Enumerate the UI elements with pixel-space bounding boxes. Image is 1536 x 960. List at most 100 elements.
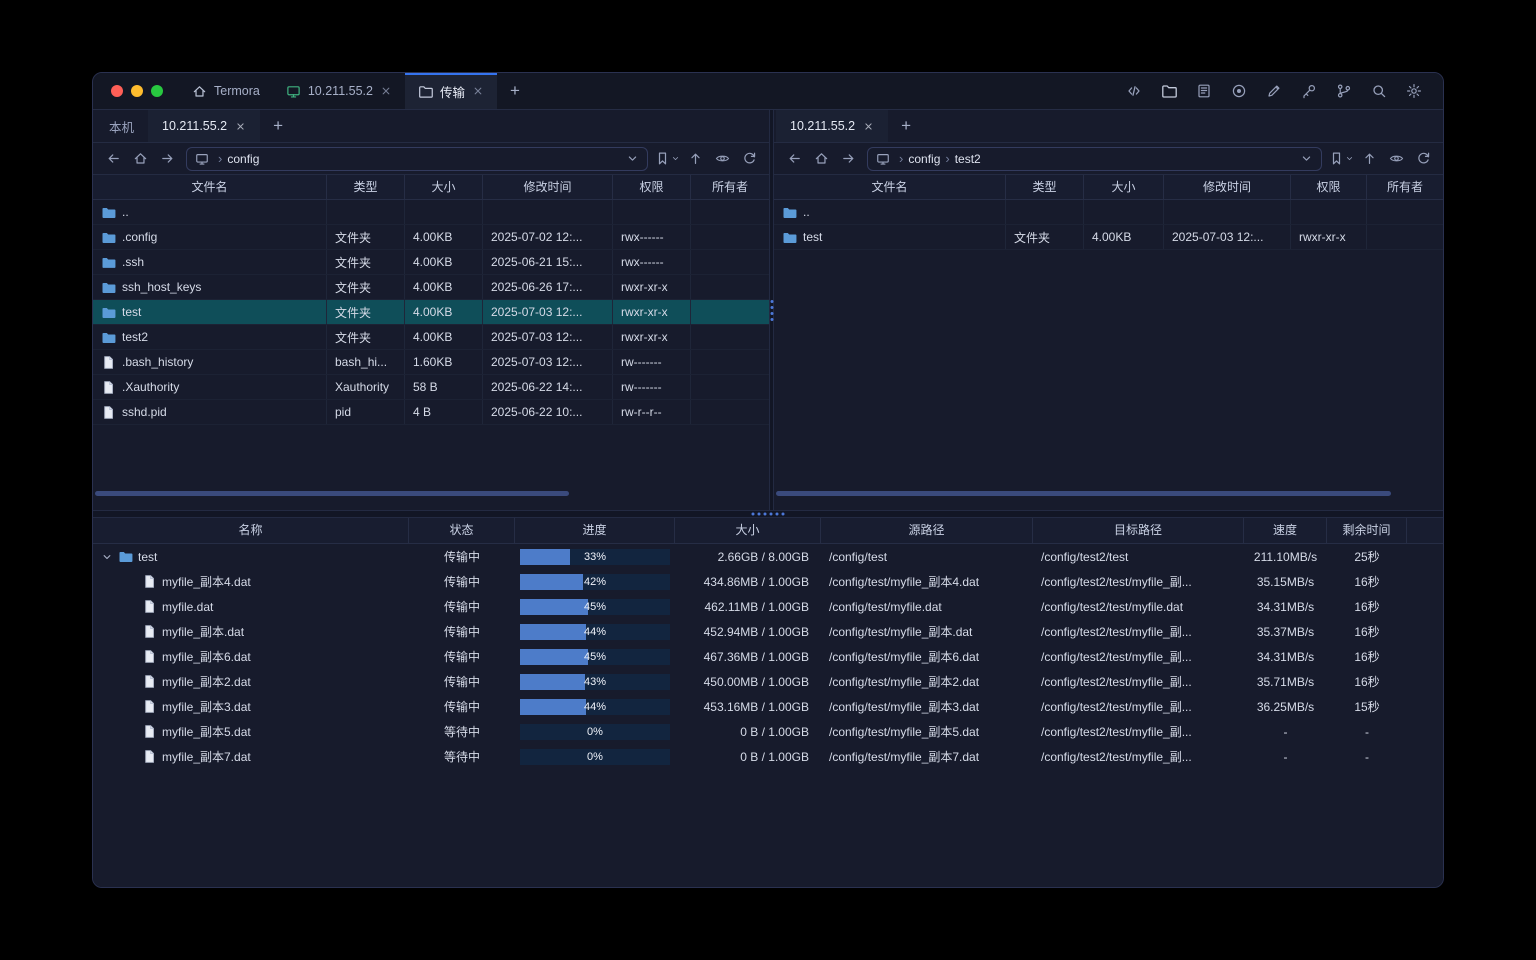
close-icon[interactable] bbox=[380, 85, 392, 97]
close-icon[interactable] bbox=[863, 121, 874, 132]
forward-button[interactable] bbox=[155, 147, 179, 171]
parent-directory-button[interactable] bbox=[683, 147, 707, 171]
transfer-row[interactable]: myfile_副本2.dat 传输中 43% 450.00MB / 1.00GB… bbox=[93, 669, 1443, 694]
transfer-name-cell[interactable]: myfile_副本3.dat bbox=[93, 698, 409, 715]
window-tab[interactable]: 传输 bbox=[405, 73, 497, 109]
titlebar-action-button[interactable] bbox=[1331, 78, 1357, 104]
back-button[interactable] bbox=[101, 147, 125, 171]
horizontal-splitter[interactable] bbox=[93, 510, 1443, 518]
column-header[interactable]: 大小 bbox=[675, 518, 821, 543]
path-bar[interactable]: ›config›test2 bbox=[867, 147, 1322, 171]
pane-tab[interactable]: 本机 bbox=[95, 110, 148, 142]
transfer-row[interactable]: myfile_副本3.dat 传输中 44% 453.16MB / 1.00GB… bbox=[93, 694, 1443, 719]
file-row[interactable]: test 文件夹 4.00KB 2025-07-03 12:... rwxr-x… bbox=[93, 300, 769, 325]
scrollbar-thumb[interactable] bbox=[776, 491, 1391, 496]
transfer-name-cell[interactable]: myfile_副本4.dat bbox=[93, 573, 409, 590]
file-row[interactable]: .Xauthority Xauthority 58 B 2025-06-22 1… bbox=[93, 375, 769, 400]
file-row[interactable]: sshd.pid pid 4 B 2025-06-22 10:... rw-r-… bbox=[93, 400, 769, 425]
refresh-button[interactable] bbox=[1411, 147, 1435, 171]
titlebar-action-button[interactable] bbox=[1366, 78, 1392, 104]
titlebar-action-button[interactable] bbox=[1191, 78, 1217, 104]
titlebar-action-button[interactable] bbox=[1261, 78, 1287, 104]
transfer-name-cell[interactable]: myfile.dat bbox=[93, 599, 409, 614]
column-header[interactable]: 大小 bbox=[405, 175, 483, 199]
breadcrumb-segment[interactable]: test2 bbox=[955, 152, 981, 166]
transfer-row[interactable]: myfile_副本4.dat 传输中 42% 434.86MB / 1.00GB… bbox=[93, 569, 1443, 594]
forward-button[interactable] bbox=[836, 147, 860, 171]
file-row[interactable]: .ssh 文件夹 4.00KB 2025-06-21 15:... rwx---… bbox=[93, 250, 769, 275]
splitter-grip[interactable] bbox=[752, 513, 785, 516]
parent-directory-button[interactable] bbox=[1357, 147, 1381, 171]
new-pane-tab-button[interactable]: + bbox=[888, 110, 924, 142]
titlebar-action-button[interactable] bbox=[1401, 78, 1427, 104]
file-row[interactable]: .. bbox=[93, 200, 769, 225]
transfer-row[interactable]: myfile.dat 传输中 45% 462.11MB / 1.00GB /co… bbox=[93, 594, 1443, 619]
home-button[interactable] bbox=[128, 147, 152, 171]
column-header[interactable]: 文件名 bbox=[93, 175, 327, 199]
transfer-row[interactable]: test 传输中 33% 2.66GB / 8.00GB /config/tes… bbox=[93, 544, 1443, 569]
column-header[interactable]: 所有者 bbox=[691, 175, 769, 199]
column-header[interactable]: 剩余时间 bbox=[1327, 518, 1407, 543]
splitter-grip[interactable] bbox=[770, 300, 773, 321]
column-header[interactable]: 类型 bbox=[1006, 175, 1084, 199]
home-button[interactable] bbox=[809, 147, 833, 171]
expand-chevron-icon[interactable] bbox=[101, 551, 113, 563]
window-tab[interactable]: 10.211.55.2 bbox=[273, 73, 405, 109]
titlebar-action-button[interactable] bbox=[1226, 78, 1252, 104]
file-row[interactable]: .. bbox=[774, 200, 1443, 225]
close-window-button[interactable] bbox=[111, 85, 123, 97]
close-icon[interactable] bbox=[472, 85, 484, 97]
column-header[interactable]: 名称 bbox=[93, 518, 409, 543]
scrollbar-thumb[interactable] bbox=[95, 491, 569, 496]
transfer-row[interactable]: myfile_副本5.dat 等待中 0% 0 B / 1.00GB /conf… bbox=[93, 719, 1443, 744]
titlebar-action-button[interactable] bbox=[1121, 78, 1147, 104]
pane-tab[interactable]: 10.211.55.2 bbox=[148, 110, 260, 142]
show-hidden-files-button[interactable] bbox=[710, 147, 734, 171]
column-header[interactable]: 修改时间 bbox=[483, 175, 613, 199]
titlebar-action-button[interactable] bbox=[1296, 78, 1322, 104]
transfer-name-cell[interactable]: myfile_副本.dat bbox=[93, 623, 409, 640]
transfer-name-cell[interactable]: test bbox=[93, 549, 409, 564]
column-header[interactable]: 所有者 bbox=[1367, 175, 1443, 199]
transfer-row[interactable]: myfile_副本7.dat 等待中 0% 0 B / 1.00GB /conf… bbox=[93, 744, 1443, 769]
bookmark-button[interactable] bbox=[655, 147, 680, 171]
column-header[interactable]: 源路径 bbox=[821, 518, 1033, 543]
file-row[interactable]: .config 文件夹 4.00KB 2025-07-02 12:... rwx… bbox=[93, 225, 769, 250]
breadcrumb-segment[interactable]: config bbox=[908, 152, 940, 166]
horizontal-scrollbar[interactable] bbox=[95, 491, 763, 496]
file-row[interactable]: test2 文件夹 4.00KB 2025-07-03 12:... rwxr-… bbox=[93, 325, 769, 350]
bookmark-button[interactable] bbox=[1329, 147, 1354, 171]
titlebar-action-button[interactable] bbox=[1156, 78, 1182, 104]
column-header[interactable]: 权限 bbox=[1291, 175, 1367, 199]
transfer-name-cell[interactable]: myfile_副本7.dat bbox=[93, 748, 409, 765]
file-table-header[interactable]: 文件名类型大小修改时间权限所有者 bbox=[93, 174, 769, 200]
chevron-down-icon[interactable] bbox=[626, 152, 639, 165]
transfer-name-cell[interactable]: myfile_副本5.dat bbox=[93, 723, 409, 740]
show-hidden-files-button[interactable] bbox=[1384, 147, 1408, 171]
column-header[interactable]: 目标路径 bbox=[1033, 518, 1244, 543]
file-row[interactable]: .bash_history bash_hi... 1.60KB 2025-07-… bbox=[93, 350, 769, 375]
column-header[interactable]: 速度 bbox=[1244, 518, 1327, 543]
refresh-button[interactable] bbox=[737, 147, 761, 171]
new-pane-tab-button[interactable]: + bbox=[260, 110, 296, 142]
breadcrumb-segment[interactable]: config bbox=[227, 152, 259, 166]
transfer-name-cell[interactable]: myfile_副本6.dat bbox=[93, 648, 409, 665]
column-header[interactable]: 文件名 bbox=[774, 175, 1006, 199]
chevron-down-icon[interactable] bbox=[1300, 152, 1313, 165]
transfer-table-header[interactable]: 名称状态进度大小源路径目标路径速度剩余时间 bbox=[93, 518, 1443, 544]
column-header[interactable]: 状态 bbox=[409, 518, 515, 543]
minimize-window-button[interactable] bbox=[131, 85, 143, 97]
zoom-window-button[interactable] bbox=[151, 85, 163, 97]
pane-tab[interactable]: 10.211.55.2 bbox=[776, 110, 888, 142]
transfer-name-cell[interactable]: myfile_副本2.dat bbox=[93, 673, 409, 690]
column-header[interactable]: 大小 bbox=[1084, 175, 1164, 199]
file-table-header[interactable]: 文件名类型大小修改时间权限所有者 bbox=[774, 174, 1443, 200]
column-header[interactable]: 类型 bbox=[327, 175, 405, 199]
transfer-row[interactable]: myfile_副本.dat 传输中 44% 452.94MB / 1.00GB … bbox=[93, 619, 1443, 644]
file-row[interactable]: test 文件夹 4.00KB 2025-07-03 12:... rwxr-x… bbox=[774, 225, 1443, 250]
back-button[interactable] bbox=[782, 147, 806, 171]
path-bar[interactable]: ›config bbox=[186, 147, 648, 171]
column-header[interactable]: 权限 bbox=[613, 175, 691, 199]
transfer-row[interactable]: myfile_副本6.dat 传输中 45% 467.36MB / 1.00GB… bbox=[93, 644, 1443, 669]
column-header[interactable]: 修改时间 bbox=[1164, 175, 1291, 199]
